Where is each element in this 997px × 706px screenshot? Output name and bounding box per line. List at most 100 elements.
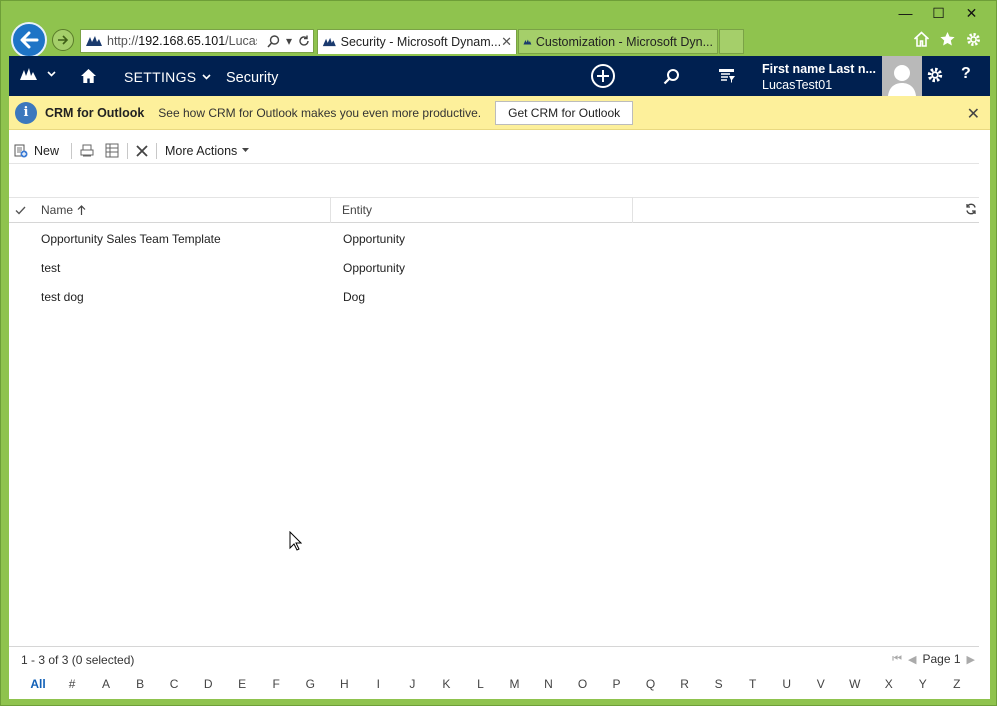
search-button[interactable] — [656, 64, 686, 88]
back-button[interactable] — [11, 22, 47, 58]
alphabet-filter-item[interactable]: Q — [641, 677, 661, 691]
dynamics-logo-icon — [523, 39, 532, 44]
tab-customization[interactable]: Customization - Microsoft Dyn... — [518, 29, 718, 54]
advanced-find-icon — [719, 69, 735, 83]
avatar[interactable] — [882, 56, 922, 96]
url-text[interactable]: http://192.168.65.101/LucasT — [107, 34, 257, 48]
column-header-name[interactable]: Name — [31, 197, 331, 223]
alphabet-filter-item[interactable]: J — [402, 677, 422, 691]
area-label[interactable]: Security — [226, 70, 278, 86]
pager: ⏮ ◀ Page 1 ▶ — [892, 652, 975, 666]
alphabet-filter-item[interactable]: E — [232, 677, 252, 691]
get-crm-outlook-button[interactable]: Get CRM for Outlook — [495, 100, 634, 125]
tab-security[interactable]: Security - Microsoft Dynam... ✕ — [317, 29, 517, 54]
previous-page-icon[interactable]: ◀ — [908, 653, 916, 666]
close-window-button[interactable]: ✕ — [955, 3, 988, 23]
table-row[interactable]: Opportunity Sales Team Template Opportun… — [9, 224, 979, 253]
table-row[interactable]: test Opportunity — [9, 253, 979, 282]
alphabet-filter-item[interactable]: N — [538, 677, 558, 691]
alphabet-filter-item[interactable]: L — [470, 677, 490, 691]
new-record-icon — [14, 144, 28, 157]
address-bar[interactable]: http://192.168.65.101/LucasT ▾ — [80, 29, 314, 53]
alphabet-filter-item[interactable]: K — [436, 677, 456, 691]
settings-label: SETTINGS — [124, 69, 197, 85]
cell-entity: Dog — [343, 289, 366, 304]
more-actions-label: More Actions — [165, 143, 238, 158]
alphabet-filter-item[interactable]: Z — [947, 677, 967, 691]
alphabet-filter-item[interactable]: F — [266, 677, 286, 691]
alphabet-filter-item[interactable]: B — [130, 677, 150, 691]
forward-button[interactable] — [52, 29, 74, 51]
tools-gear-icon[interactable] — [965, 31, 982, 48]
cell-entity: Opportunity — [343, 260, 406, 275]
cell-name[interactable]: test dog — [41, 290, 84, 304]
home-button[interactable] — [80, 68, 97, 87]
table-row[interactable]: test dog Dog — [9, 282, 979, 311]
command-bar: New More Actions — [9, 138, 979, 164]
home-icon[interactable] — [913, 31, 930, 47]
tab-label: Security - Microsoft Dynam... — [340, 35, 502, 49]
alphabet-filter-item[interactable]: A — [96, 677, 116, 691]
grid-header: Name Entity — [9, 197, 979, 223]
alphabet-filter-item[interactable]: H — [334, 677, 354, 691]
maximize-button[interactable]: ☐ — [922, 3, 955, 23]
close-tab-icon[interactable]: ✕ — [501, 34, 512, 50]
more-actions-button[interactable]: More Actions — [157, 140, 257, 162]
search-icon — [663, 68, 679, 84]
record-count-status: 1 - 3 of 3 (0 selected) — [21, 653, 135, 667]
print-button[interactable] — [72, 140, 103, 162]
dynamics-menu[interactable] — [19, 67, 56, 81]
help-button[interactable]: ? — [961, 65, 971, 83]
user-org: LucasTest01 — [762, 78, 833, 92]
alphabet-filter-item[interactable]: All — [28, 677, 48, 691]
advanced-find-button[interactable] — [712, 64, 742, 88]
alphabet-filter-item[interactable]: P — [607, 677, 627, 691]
alphabet-filter-item[interactable]: O — [573, 677, 593, 691]
page-label: Page 1 — [922, 652, 961, 666]
delete-button[interactable] — [128, 140, 156, 162]
create-button[interactable] — [588, 64, 618, 88]
export-button[interactable] — [103, 140, 127, 162]
delete-x-icon — [136, 144, 148, 157]
alphabet-filter-item[interactable]: U — [777, 677, 797, 691]
alphabet-filter-item[interactable]: S — [709, 677, 729, 691]
minimize-button[interactable]: — — [889, 3, 922, 23]
close-notification-icon[interactable]: ✕ — [967, 104, 980, 124]
alphabet-filter-item[interactable]: W — [845, 677, 865, 691]
user-info[interactable]: First name Last n... LucasTest01 — [762, 61, 876, 93]
chevron-down-icon — [47, 71, 56, 77]
column-header-entity[interactable]: Entity — [331, 197, 633, 223]
search-icon[interactable] — [267, 34, 280, 48]
select-all-checkbox[interactable] — [9, 206, 31, 215]
alphabet-filter-item[interactable]: C — [164, 677, 184, 691]
dropdown-icon[interactable]: ▾ — [286, 34, 292, 48]
crm-page: SETTINGS Security First name Last n... L… — [9, 56, 990, 699]
settings-gear-button[interactable] — [926, 66, 944, 87]
alphabet-filter-item[interactable]: Y — [913, 677, 933, 691]
cell-entity: Opportunity — [343, 231, 406, 246]
new-tab-button[interactable] — [719, 29, 744, 54]
column-name-label: Name — [41, 203, 74, 217]
next-page-icon[interactable]: ▶ — [967, 653, 975, 666]
refresh-grid-button[interactable] — [965, 203, 977, 218]
new-button[interactable]: New — [9, 140, 67, 162]
alphabet-filter-item[interactable]: D — [198, 677, 218, 691]
settings-menu[interactable]: SETTINGS — [124, 69, 211, 85]
alphabet-filter-item[interactable]: M — [504, 677, 524, 691]
alphabet-filter-item[interactable]: G — [300, 677, 320, 691]
gear-icon — [927, 67, 943, 83]
cell-name[interactable]: test — [41, 261, 60, 275]
dynamics-logo-icon — [20, 68, 37, 80]
cell-name[interactable]: Opportunity Sales Team Template — [41, 232, 221, 246]
alphabet-filter-item[interactable]: T — [743, 677, 763, 691]
alphabet-filter-item[interactable]: X — [879, 677, 899, 691]
forward-arrow-icon — [58, 35, 69, 45]
alphabet-filter-item[interactable]: V — [811, 677, 831, 691]
favorites-star-icon[interactable] — [939, 31, 956, 47]
refresh-icon[interactable] — [298, 35, 310, 47]
first-page-icon[interactable]: ⏮ — [892, 653, 902, 666]
alphabet-filter-item[interactable]: I — [368, 677, 388, 691]
alphabet-filter-item[interactable]: # — [62, 677, 82, 691]
user-name: First name Last n... — [762, 62, 876, 76]
alphabet-filter-item[interactable]: R — [675, 677, 695, 691]
